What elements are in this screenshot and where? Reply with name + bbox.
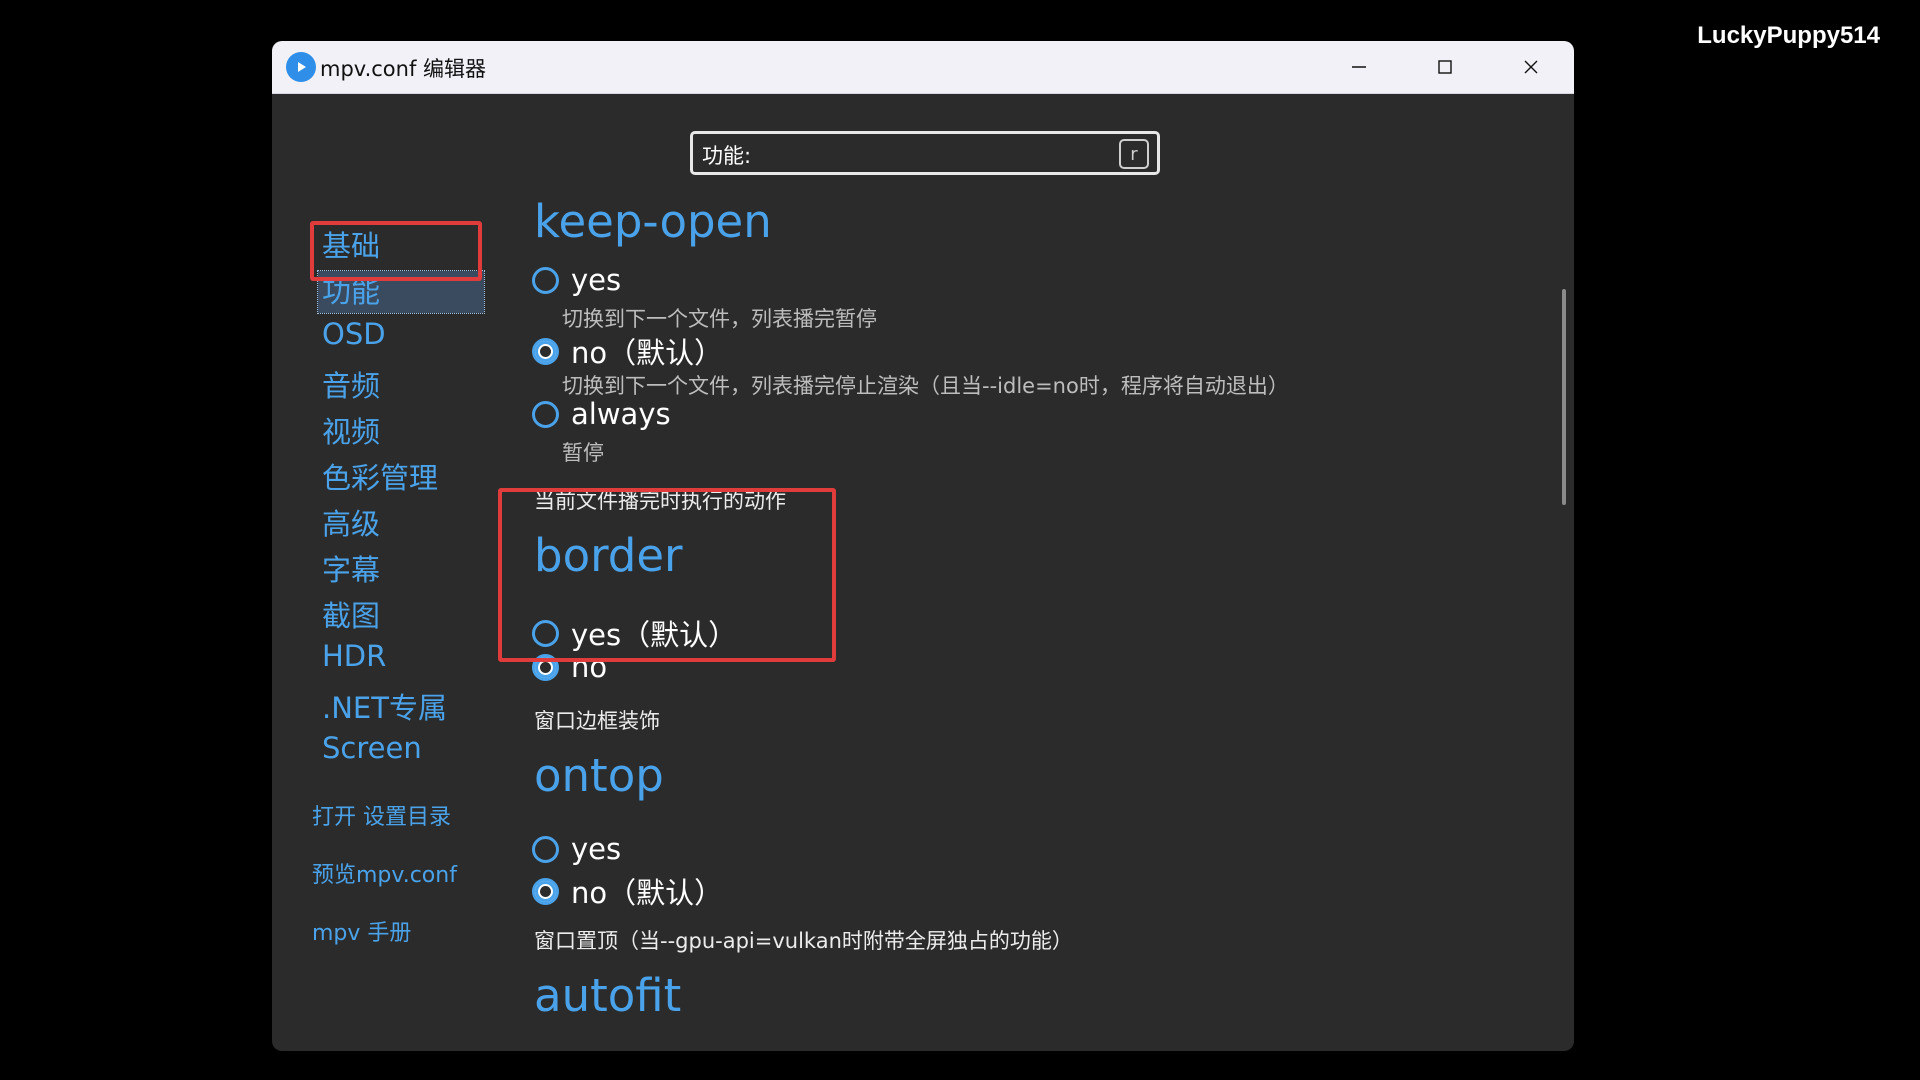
sidebar-item-screenshot[interactable]: 截图 xyxy=(322,593,380,635)
sidebar-item-advanced[interactable]: 高级 xyxy=(322,501,380,543)
ontop-option-yes[interactable]: yes xyxy=(532,832,621,866)
channel-watermark: LuckyPuppy514 xyxy=(1697,22,1880,49)
setting-description-border: 窗口边框装饰 xyxy=(534,709,660,733)
sidebar-item-hdr[interactable]: HDR xyxy=(322,639,386,673)
search-label: 功能: xyxy=(702,144,752,168)
radio-circle[interactable] xyxy=(532,835,559,863)
highlight-box-features xyxy=(310,221,482,281)
minimize-icon xyxy=(1352,66,1366,68)
radio-circle[interactable] xyxy=(532,400,559,428)
scrollbar[interactable] xyxy=(1562,289,1566,505)
open-settings-dir-link[interactable]: 打开 设置目录 xyxy=(312,799,451,831)
sidebar-item-subtitles[interactable]: 字幕 xyxy=(322,547,380,589)
play-icon xyxy=(286,52,316,82)
preview-mpv-conf-link[interactable]: 预览mpv.conf xyxy=(312,857,457,889)
setting-title-keep-open: keep-open xyxy=(534,195,772,248)
option-description: 暂停 xyxy=(562,441,604,465)
setting-title-ontop: ontop xyxy=(534,749,664,802)
option-label: always xyxy=(571,397,671,431)
radio-circle-checked[interactable] xyxy=(532,337,559,365)
sidebar-item-dotnet[interactable]: .NET专属 xyxy=(322,685,447,727)
sidebar-item-color-management[interactable]: 色彩管理 xyxy=(322,455,438,497)
option-label: yes xyxy=(571,832,622,866)
close-icon xyxy=(1524,60,1538,74)
sidebar-item-video[interactable]: 视频 xyxy=(322,409,380,451)
highlight-box-border xyxy=(498,488,836,662)
radio-circle[interactable] xyxy=(532,266,559,294)
sidebar-item-osd[interactable]: OSD xyxy=(322,317,386,351)
shortcut-key-hint: r xyxy=(1119,139,1149,169)
setting-description-ontop: 窗口置顶（当--gpu-api=vulkan时附带全屏独占的功能） xyxy=(534,929,1073,953)
ontop-option-no[interactable]: no（默认） xyxy=(532,870,723,912)
option-label: no（默认） xyxy=(571,876,724,910)
close-button[interactable] xyxy=(1488,41,1574,93)
search-input[interactable]: 功能: r xyxy=(690,131,1160,175)
option-label: no（默认） xyxy=(571,336,724,370)
setting-title-autofit: autofit xyxy=(534,969,682,1022)
radio-circle-checked[interactable] xyxy=(532,877,559,905)
mpv-manual-link[interactable]: mpv 手册 xyxy=(312,915,411,947)
option-description: 切换到下一个文件，列表播完暂停 xyxy=(562,307,877,331)
keep-open-option-yes[interactable]: yes xyxy=(532,263,621,297)
maximize-button[interactable] xyxy=(1402,41,1488,93)
sidebar-item-screen[interactable]: Screen xyxy=(322,731,422,765)
app-window: mpv.conf 编辑器 基础 功能 OSD 音频 视频 色彩管理 高级 字幕 … xyxy=(272,41,1574,1051)
option-description: 切换到下一个文件，列表播完停止渲染（且当--idle=no时，程序将自动退出） xyxy=(562,374,1289,398)
minimize-button[interactable] xyxy=(1316,41,1402,93)
sidebar-item-audio[interactable]: 音频 xyxy=(322,363,380,405)
title-bar: mpv.conf 编辑器 xyxy=(272,41,1574,94)
keep-open-option-always[interactable]: always xyxy=(532,397,671,431)
maximize-icon xyxy=(1438,60,1452,74)
keep-open-option-no[interactable]: no（默认） xyxy=(532,330,723,372)
window-title: mpv.conf 编辑器 xyxy=(320,57,487,81)
option-label: yes xyxy=(571,263,622,297)
